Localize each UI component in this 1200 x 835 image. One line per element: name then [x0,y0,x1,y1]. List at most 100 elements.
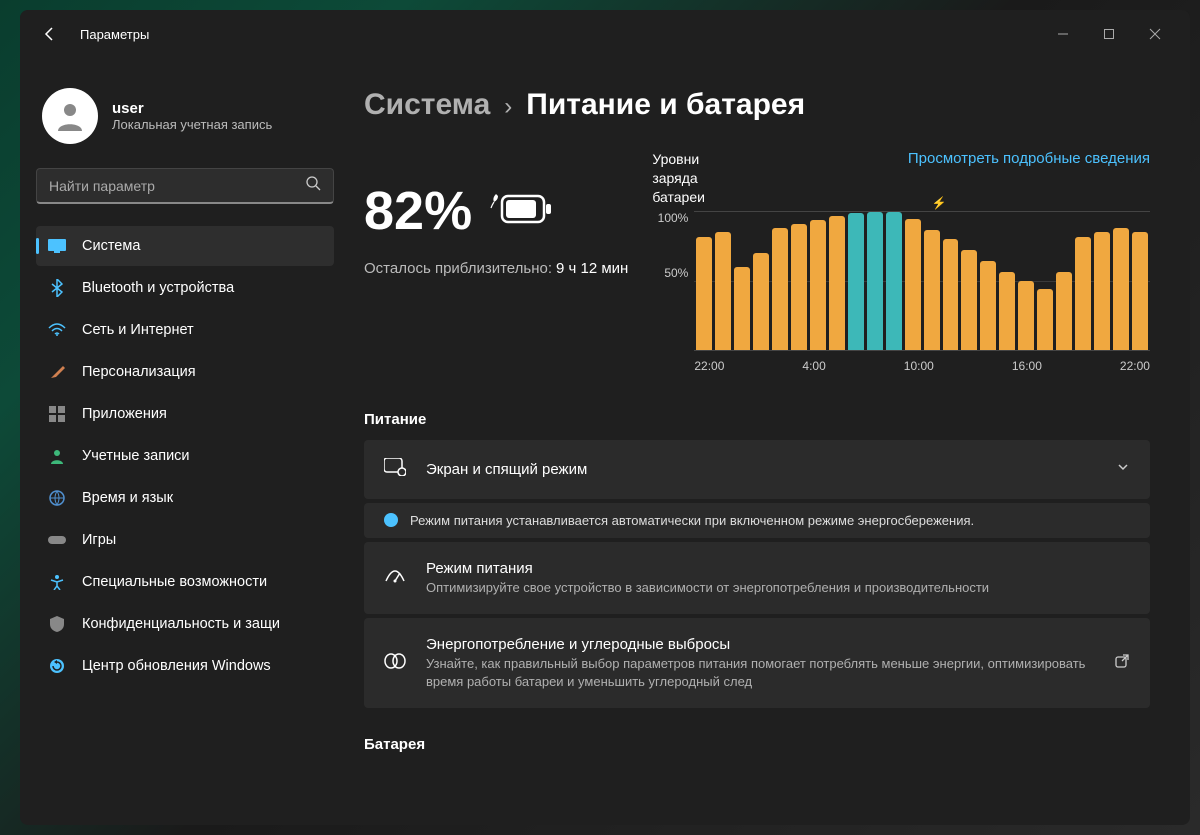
setting-sub: Узнайте, как правильный выбор параметров… [426,655,1094,690]
y-axis-100: 100% [658,211,689,225]
bluetooth-icon [48,279,66,297]
info-banner: Режим питания устанавливается автоматиче… [364,503,1150,538]
chevron-down-icon [1116,460,1130,479]
setting-power-mode[interactable]: Режим питания Оптимизируйте свое устройс… [364,542,1150,615]
chart-bar [999,272,1015,349]
y-axis-50: 50% [664,266,688,280]
chart-bar [810,220,826,350]
nav-label: Конфиденциальность и защи [82,616,280,632]
chart-bar [734,267,750,350]
chart-title: Уровни заряда батареи [652,150,742,207]
nav-label: Система [82,238,140,254]
breadcrumb-parent[interactable]: Система [364,88,490,122]
chart-bar [791,224,807,350]
nav-item-system[interactable]: Система [36,226,334,266]
globe-icon [48,489,66,507]
gamepad-icon [48,531,66,549]
maximize-button[interactable] [1086,18,1132,50]
close-button[interactable] [1132,18,1178,50]
remaining-value: 9 ч 12 мин [556,260,628,277]
battery-percent: 82% [364,180,472,242]
setting-screen-sleep[interactable]: Экран и спящий режим [364,440,1150,499]
brush-icon [48,363,66,381]
arrow-left-icon [42,26,58,42]
chart-bar [696,237,712,350]
nav-item-gaming[interactable]: Игры [36,520,334,560]
minimize-button[interactable] [1040,18,1086,50]
chart-bar [1094,232,1110,349]
update-icon [48,657,66,675]
person-icon [52,98,88,134]
user-name: user [112,100,272,117]
nav-label: Специальные возможности [82,574,267,590]
chart-bar [829,216,845,350]
nav-item-personalization[interactable]: Персонализация [36,352,334,392]
energy-icon [384,652,406,675]
chart-bar [961,250,977,349]
titlebar: Параметры [20,10,1190,58]
screen-sleep-icon [384,458,406,481]
main-content: Система › Питание и батарея 82% [350,58,1190,825]
wifi-icon [48,321,66,339]
minimize-icon [1057,28,1069,40]
nav-item-bluetooth[interactable]: Bluetooth и устройства [36,268,334,308]
search-input[interactable] [49,178,305,194]
chart-details-link[interactable]: Просмотреть подробные сведения [908,150,1150,167]
chart-bar [848,213,864,350]
nav-item-update[interactable]: Центр обновления Windows [36,646,334,686]
remaining-label: Осталось приблизительно: [364,260,552,277]
nav-label: Время и язык [82,490,173,506]
chart-bar [1113,228,1129,349]
power-mode-icon [384,567,406,588]
chart-bar [753,253,769,350]
nav-item-privacy[interactable]: Конфиденциальность и защи [36,604,334,644]
setting-energy-carbon[interactable]: Энергопотребление и углеродные выбросы У… [364,618,1150,708]
x-tick: 22:00 [1120,359,1150,373]
chart-bar [1018,281,1034,350]
nav-item-apps[interactable]: Приложения [36,394,334,434]
search-icon [305,175,321,196]
person-icon [48,447,66,465]
battery-chart[interactable]: 100% 50% ⚡ [652,211,1150,351]
back-button[interactable] [32,16,68,52]
avatar [42,88,98,144]
shield-icon [48,615,66,633]
chart-bar [715,232,731,349]
nav-item-time-language[interactable]: Время и язык [36,478,334,518]
x-tick: 10:00 [904,359,934,373]
setting-label: Энергопотребление и углеродные выбросы [426,636,1094,653]
window-title: Параметры [80,27,149,42]
nav-item-accounts[interactable]: Учетные записи [36,436,334,476]
chart-bar [867,212,883,350]
nav-item-accessibility[interactable]: Специальные возможности [36,562,334,602]
chart-bar [1132,232,1148,349]
info-text: Режим питания устанавливается автоматиче… [410,513,974,528]
chart-bar [1037,289,1053,350]
chart-bar [772,228,788,349]
page-title: Питание и батарея [526,88,805,122]
chart-bar [905,219,921,350]
sidebar: user Локальная учетная запись Система Bl… [20,58,350,825]
nav-list: Система Bluetooth и устройства Сеть и Ин… [36,226,334,686]
chart-bar [886,212,902,350]
setting-label: Экран и спящий режим [426,461,1096,478]
section-power-title: Питание [364,411,1150,428]
user-block[interactable]: user Локальная учетная запись [36,78,334,168]
user-subtitle: Локальная учетная запись [112,117,272,132]
external-link-icon [1114,653,1130,674]
nav-label: Игры [82,532,116,548]
setting-sub: Оптимизируйте свое устройство в зависимо… [426,579,1130,597]
x-tick: 16:00 [1012,359,1042,373]
display-icon [48,237,66,255]
accessibility-icon [48,573,66,591]
nav-label: Центр обновления Windows [82,658,271,674]
search-box[interactable] [36,168,334,204]
maximize-icon [1103,28,1115,40]
nav-label: Bluetooth и устройства [82,280,234,296]
nav-label: Учетные записи [82,448,190,464]
nav-item-network[interactable]: Сеть и Интернет [36,310,334,350]
breadcrumb: Система › Питание и батарея [364,88,1150,122]
chart-bar [943,239,959,349]
x-axis-labels: 22:004:0010:0016:0022:00 [652,359,1150,373]
setting-label: Режим питания [426,560,1130,577]
